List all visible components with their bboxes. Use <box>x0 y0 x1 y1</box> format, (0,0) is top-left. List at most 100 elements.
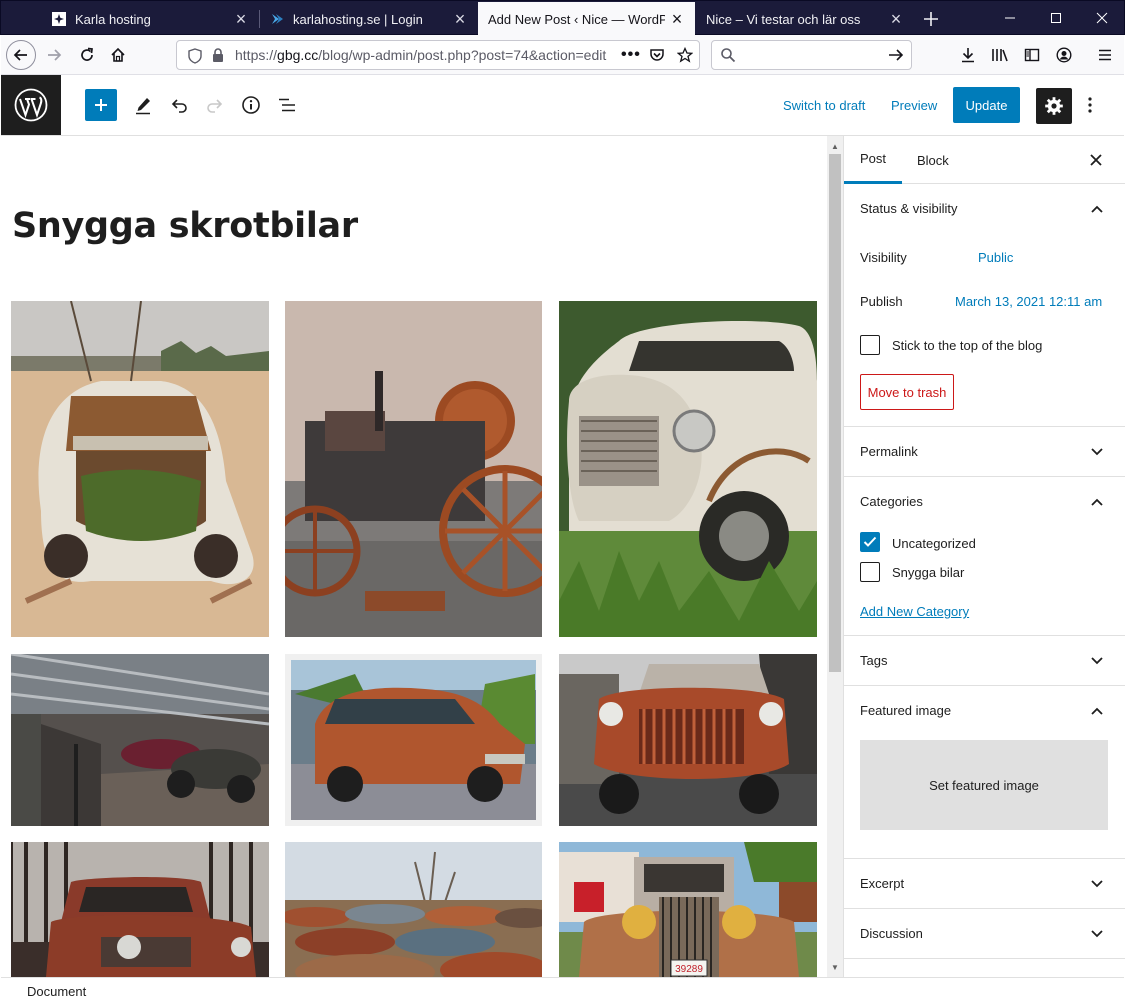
panel-excerpt-toggle[interactable]: Excerpt <box>844 859 1125 909</box>
editor-scrollbar[interactable]: ▲ ▼ <box>827 136 843 977</box>
panel-title: Featured image <box>860 703 952 718</box>
chevron-down-icon <box>1087 651 1107 671</box>
info-details-icon[interactable] <box>235 89 267 121</box>
list-view-outline-icon[interactable] <box>271 89 303 121</box>
new-tab-plus-icon[interactable] <box>917 5 945 33</box>
browser-tab-karlahosting-login[interactable]: karlahosting.se | Login × <box>260 3 478 35</box>
close-tab-icon[interactable]: × <box>229 7 253 31</box>
scroll-up-arrow-icon[interactable]: ▲ <box>827 138 843 154</box>
close-tab-icon[interactable]: × <box>665 7 689 31</box>
library-icon[interactable] <box>985 40 1015 70</box>
forward-arrow-icon[interactable] <box>39 40 69 70</box>
panel-title: Discussion <box>860 926 923 941</box>
sidebar-tabs: Post Block <box>844 136 1125 184</box>
breadcrumb-document[interactable]: Document <box>27 984 86 999</box>
scroll-down-arrow-icon[interactable]: ▼ <box>827 959 843 975</box>
add-new-category-link[interactable]: Add New Category <box>860 604 969 619</box>
sticky-post-checkbox[interactable] <box>860 335 880 355</box>
address-bar[interactable]: https://gbg.cc/blog/wp-admin/post.php?po… <box>176 40 700 70</box>
tab-title: Nice – Vi testar och lär oss <box>706 11 861 27</box>
page-actions-menu-icon[interactable]: ••• <box>621 46 641 64</box>
panel-discussion-toggle[interactable]: Discussion <box>844 909 1125 959</box>
publish-date-button[interactable]: March 13, 2021 12:11 am <box>955 294 1102 309</box>
search-input[interactable] <box>711 40 912 70</box>
settings-sidebar: Post Block Status & visibility Visibilit… <box>843 136 1125 977</box>
hamburger-menu-icon[interactable] <box>1090 40 1120 70</box>
update-button[interactable]: Update <box>953 87 1020 123</box>
post-title[interactable]: Snygga skrotbilar <box>12 206 358 246</box>
bookmark-star-icon[interactable] <box>676 46 694 66</box>
set-featured-image-button[interactable]: Set featured image <box>860 740 1108 830</box>
karla-hosting-favicon-icon <box>52 12 66 26</box>
wordpress-logo-icon[interactable] <box>1 75 61 135</box>
karlahosting-login-favicon-icon <box>270 12 284 26</box>
gallery-image-car-museum-hall[interactable] <box>11 654 269 826</box>
gallery-image-rusty-red-truck-front[interactable] <box>559 654 817 826</box>
switch-to-draft-button[interactable]: Switch to draft <box>783 98 865 113</box>
editor-canvas[interactable]: Snygga skrotbilar 39289 <box>1 136 827 977</box>
back-arrow-icon[interactable] <box>6 40 36 70</box>
category-label: Snygga bilar <box>892 565 965 580</box>
undo-icon[interactable] <box>163 89 195 121</box>
chevron-down-icon <box>1087 442 1107 462</box>
panel-featured-image-toggle[interactable]: Featured image <box>844 686 1125 736</box>
redo-icon[interactable] <box>199 89 231 121</box>
panel-title: Tags <box>860 653 888 668</box>
panel-tags-toggle[interactable]: Tags <box>844 636 1125 686</box>
scrollbar-thumb[interactable] <box>829 154 841 672</box>
url-text[interactable]: https://gbg.cc/blog/wp-admin/post.php?po… <box>235 47 613 63</box>
close-tab-icon[interactable]: × <box>884 7 908 31</box>
pocket-icon[interactable] <box>649 47 665 66</box>
more-options-vertical-icon[interactable] <box>1080 89 1100 121</box>
add-block-plus-icon[interactable] <box>85 89 117 121</box>
maximize-window-icon[interactable] <box>1033 1 1079 35</box>
close-sidebar-icon[interactable] <box>1084 148 1108 172</box>
checkmark-icon <box>863 536 877 547</box>
panel-categories-toggle[interactable]: Categories <box>844 477 1125 527</box>
edit-pencil-icon[interactable] <box>127 89 159 121</box>
lock-icon[interactable] <box>211 47 225 66</box>
sticky-post-label: Stick to the top of the blog <box>892 338 1043 353</box>
gallery-image-rusty-beetle-desert[interactable] <box>11 301 269 637</box>
editor-header-toolbar: Switch to draft Preview Update <box>1 75 1124 136</box>
reload-icon[interactable] <box>72 40 102 70</box>
home-icon[interactable] <box>103 40 133 70</box>
tracking-shield-icon[interactable] <box>188 48 202 67</box>
visibility-label: Visibility <box>860 250 907 265</box>
tab-post[interactable]: Post <box>844 136 903 184</box>
search-go-arrow-icon[interactable] <box>888 47 904 66</box>
account-icon[interactable] <box>1049 40 1079 70</box>
category-label: Uncategorized <box>892 536 976 551</box>
search-icon <box>720 47 736 66</box>
url-domain: gbg.cc <box>277 47 319 63</box>
chevron-up-icon <box>1087 492 1107 512</box>
browser-tab-add-new-post[interactable]: Add New Post ‹ Nice — WordPress × <box>478 2 695 36</box>
preview-button[interactable]: Preview <box>891 98 937 113</box>
close-tab-icon[interactable]: × <box>448 7 472 31</box>
tab-block-label: Block <box>917 152 949 168</box>
panel-permalink-toggle[interactable]: Permalink <box>844 427 1125 477</box>
browser-navigation-bar: https://gbg.cc/blog/wp-admin/post.php?po… <box>1 35 1124 75</box>
panel-status-visibility-toggle[interactable]: Status & visibility <box>844 184 1125 234</box>
move-to-trash-button[interactable]: Move to trash <box>860 374 954 410</box>
panel-title: Permalink <box>860 444 918 459</box>
gallery-image-scrapyard-cars[interactable] <box>285 842 542 977</box>
category-checkbox-snygga-bilar[interactable] <box>860 562 880 582</box>
gallery-image-white-rusty-truck-grass[interactable] <box>559 301 817 637</box>
category-checkbox-uncategorized[interactable] <box>860 532 880 552</box>
gallery-image-rusty-station-wagon[interactable] <box>285 654 542 826</box>
panel-title: Categories <box>860 494 923 509</box>
gallery-image-rusty-traction-engine[interactable] <box>285 301 542 637</box>
close-window-icon[interactable] <box>1079 1 1125 35</box>
browser-tab-nice[interactable]: Nice – Vi testar och lär oss × <box>696 3 914 35</box>
downloads-icon[interactable] <box>953 40 983 70</box>
tab-block[interactable]: Block <box>901 136 965 184</box>
gallery-image-red-truck-forest[interactable] <box>11 842 269 977</box>
gallery-image-vintage-car-plate[interactable]: 39289 <box>559 842 817 977</box>
chevron-down-icon <box>1087 924 1107 944</box>
sidebar-toggle-icon[interactable] <box>1017 40 1047 70</box>
minimize-window-icon[interactable] <box>987 1 1033 35</box>
browser-tab-karla-hosting[interactable]: Karla hosting × <box>42 3 259 35</box>
settings-gear-icon[interactable] <box>1036 88 1072 124</box>
visibility-value-button[interactable]: Public <box>978 250 1013 265</box>
